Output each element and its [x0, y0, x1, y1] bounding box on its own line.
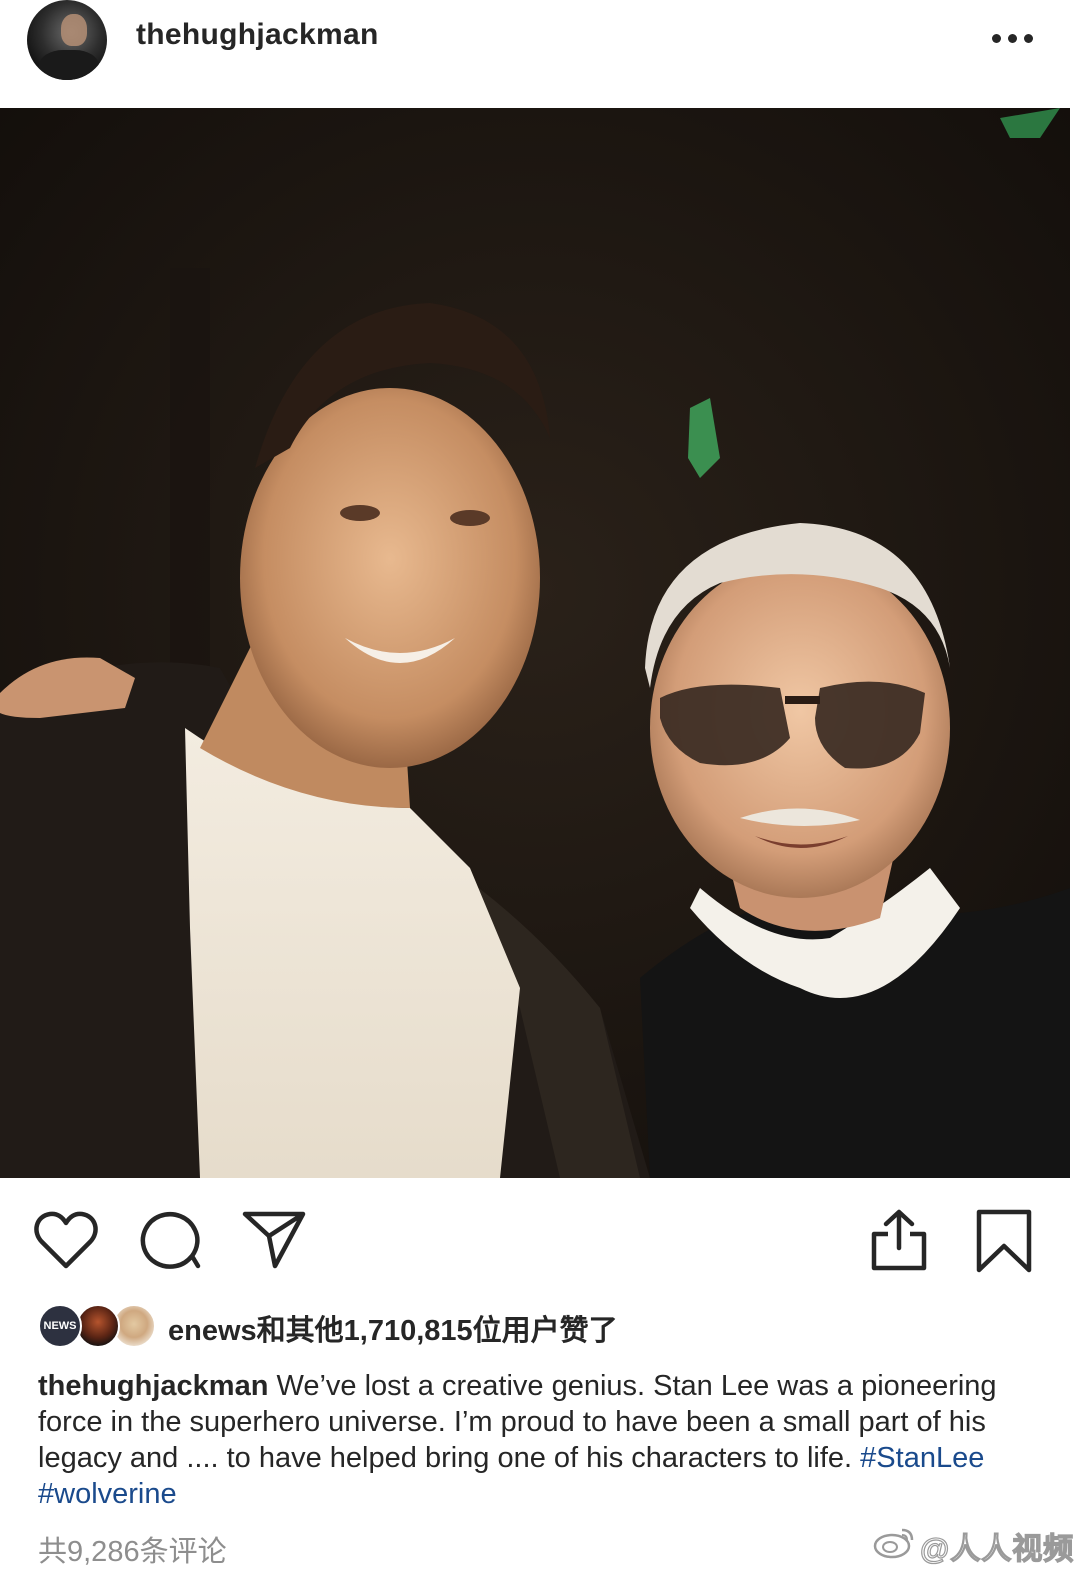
post-header: thehughjackman: [0, 0, 1080, 108]
comment-bubble-icon[interactable]: [140, 1210, 202, 1277]
liker-avatar-enews: NEWS: [38, 1304, 82, 1348]
caption-username[interactable]: thehughjackman: [38, 1370, 268, 1402]
watermark-text: @人人视频: [919, 1532, 1075, 1566]
hashtag-wolverine[interactable]: #wolverine: [38, 1478, 177, 1510]
post-photo[interactable]: [0, 108, 1070, 1178]
likes-count[interactable]: enews和其他1,710,815位用户赞了: [168, 1307, 618, 1349]
action-bar: [0, 1200, 1080, 1280]
weibo-logo-icon: [873, 1528, 914, 1559]
view-comments-link[interactable]: 共9,286条评论: [38, 1528, 227, 1570]
post-username[interactable]: thehughjackman: [136, 18, 379, 52]
watermark: @人人视频: [872, 1522, 1074, 1567]
heart-icon[interactable]: [34, 1210, 98, 1275]
likes-row[interactable]: NEWS enews和其他1,710,815位用户赞了: [38, 1304, 1038, 1350]
post-caption: thehughjackman We’ve lost a creative gen…: [38, 1368, 1038, 1512]
more-horizontal-icon[interactable]: [992, 34, 1034, 44]
paper-plane-icon[interactable]: [242, 1210, 306, 1275]
liker-avatar: [76, 1304, 120, 1348]
hashtag-stanlee[interactable]: #StanLee: [860, 1442, 984, 1474]
photo-image: [0, 108, 1070, 1178]
bookmark-icon[interactable]: [975, 1208, 1033, 1279]
user-avatar[interactable]: [27, 0, 107, 80]
share-upload-icon[interactable]: [870, 1208, 928, 1277]
